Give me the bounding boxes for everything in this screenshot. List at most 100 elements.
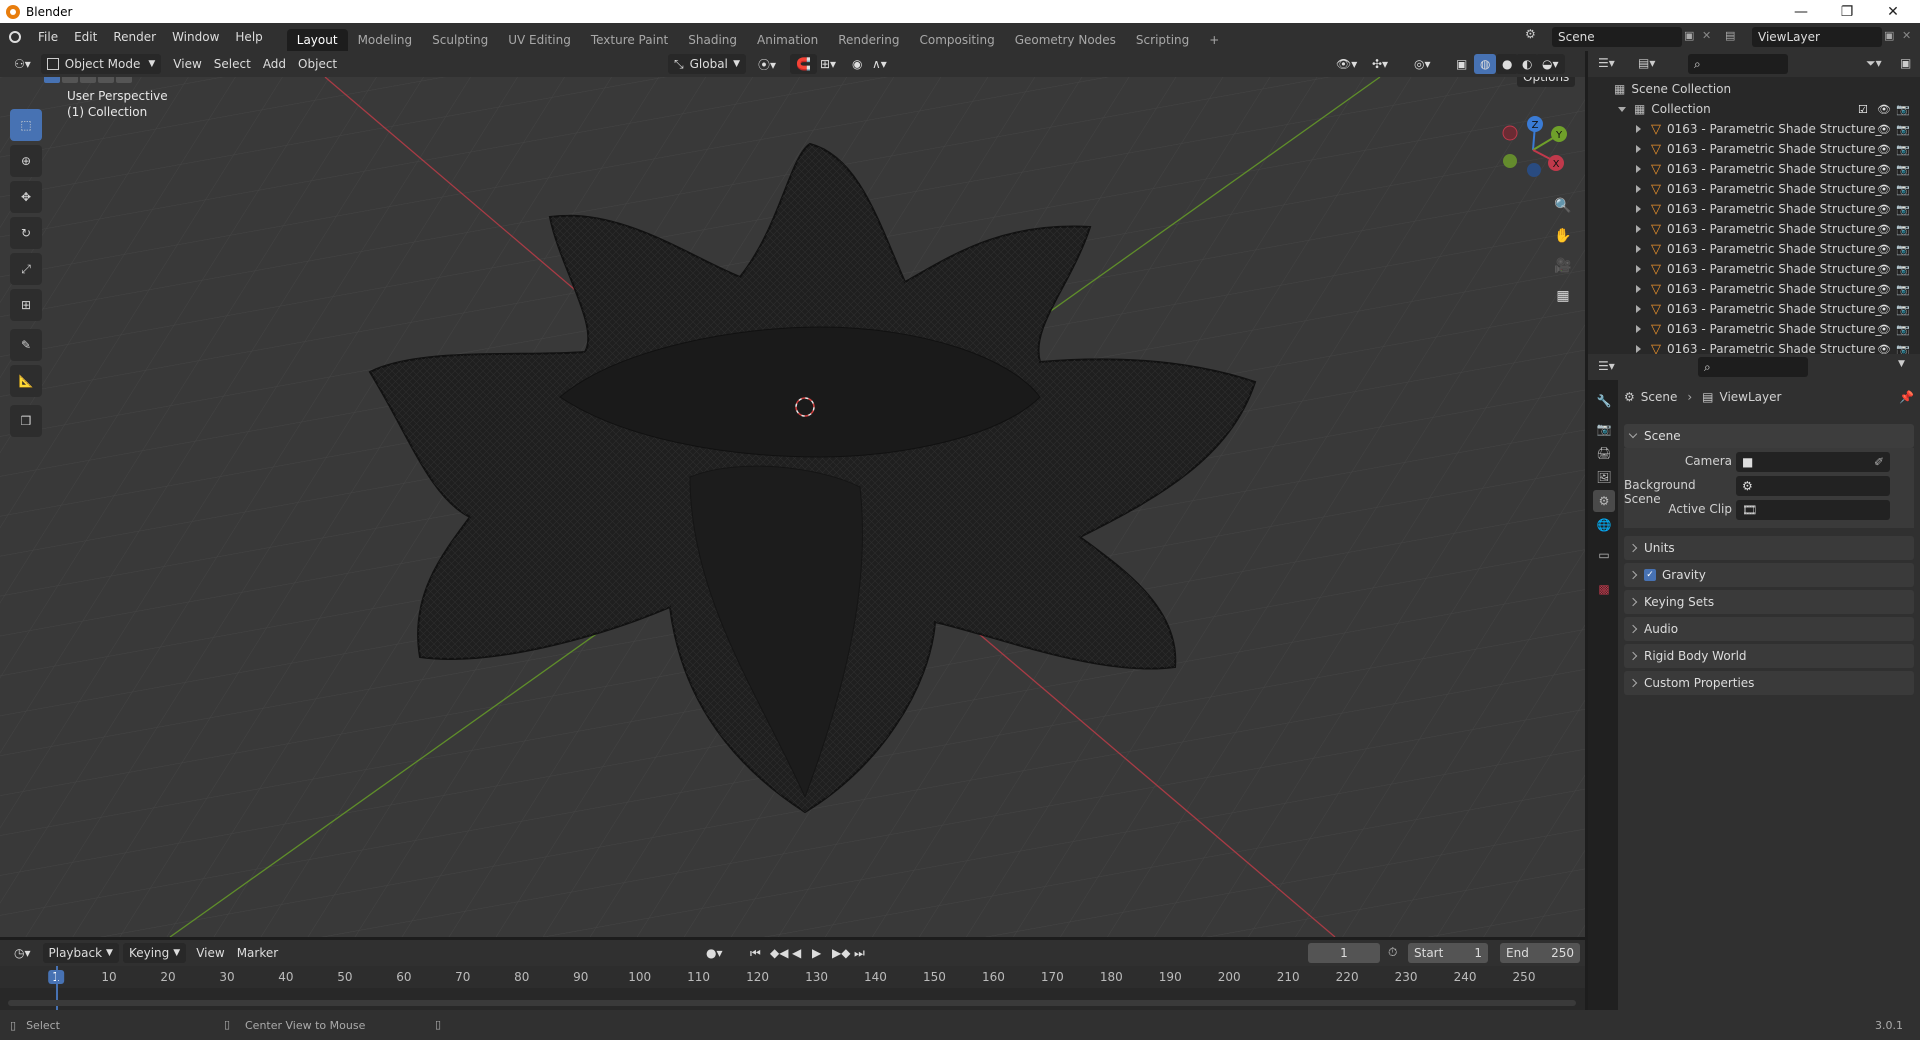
tab-compositing[interactable]: Compositing xyxy=(909,29,1004,51)
tab-scripting[interactable]: Scripting xyxy=(1126,29,1199,51)
menu-window[interactable]: Window xyxy=(164,23,227,51)
eye-icon[interactable]: 👁 xyxy=(1877,303,1891,316)
camera-icon[interactable]: 📷 xyxy=(1896,143,1910,156)
eye-icon[interactable]: 👁 xyxy=(1877,323,1891,336)
outliner-item-row[interactable]: ▽ 0163 - Parametric Shade Structure_ 👁 📷 xyxy=(1588,299,1920,319)
jump-end-icon[interactable]: ⏭ xyxy=(848,943,871,963)
cursor-tool-icon[interactable]: ⊕ xyxy=(10,145,42,177)
render-tab-icon[interactable]: 📷 xyxy=(1593,418,1615,440)
perspective-toggle-icon[interactable]: ▦ xyxy=(1550,283,1576,309)
tool-tab-icon[interactable]: 🔧 xyxy=(1593,390,1615,412)
tab-modeling[interactable]: Modeling xyxy=(348,29,423,51)
expand-arrow-icon[interactable] xyxy=(1636,325,1641,333)
checkbox-icon[interactable]: ☑ xyxy=(1858,103,1868,116)
eye-icon[interactable]: 👁 xyxy=(1877,223,1891,236)
annotate-tool-icon[interactable]: ✎ xyxy=(10,329,42,361)
expand-arrow-icon[interactable] xyxy=(1636,285,1641,293)
timeline-view-menu[interactable]: View xyxy=(190,943,230,963)
expand-arrow-icon[interactable] xyxy=(1636,245,1641,253)
tab-texture-paint[interactable]: Texture Paint xyxy=(581,29,678,51)
output-tab-icon[interactable]: 🖨 xyxy=(1593,442,1615,464)
blender-menu-icon[interactable] xyxy=(0,31,30,43)
camera-icon[interactable]: 📷 xyxy=(1896,243,1910,256)
eye-icon[interactable]: 👁 xyxy=(1877,203,1891,216)
select-subtract-icon[interactable] xyxy=(80,77,96,83)
play-reverse-icon[interactable]: ◀ xyxy=(786,943,807,963)
scene-tab-icon[interactable]: ⚙ xyxy=(1593,490,1615,512)
camera-icon[interactable]: 📷 xyxy=(1896,103,1910,116)
scale-tool-icon[interactable]: ⤢ xyxy=(10,253,42,285)
custom-properties-panel[interactable]: Custom Properties xyxy=(1624,671,1914,695)
pin-icon[interactable]: 📌 xyxy=(1899,390,1914,404)
snap-target-icon[interactable]: ⊞▾ xyxy=(814,54,842,74)
zoom-icon[interactable]: 🔍 xyxy=(1550,193,1576,219)
transform-orientation-dropdown[interactable]: ⤡ Global ▼ xyxy=(668,54,746,74)
select-intersect-icon[interactable] xyxy=(116,77,132,83)
stopwatch-icon[interactable]: ⏱ xyxy=(1388,945,1397,960)
new-scene-icon[interactable]: ▣ xyxy=(1684,29,1694,42)
new-viewlayer-icon[interactable]: ▣ xyxy=(1884,29,1894,42)
eye-icon[interactable]: 👁 xyxy=(1877,283,1891,296)
outliner-item-row[interactable]: ▽ 0163 - Parametric Shade Structure_ 👁 📷 xyxy=(1588,239,1920,259)
move-tool-icon[interactable]: ✥ xyxy=(10,181,42,213)
gravity-panel[interactable]: ✓ Gravity xyxy=(1624,563,1914,587)
expand-arrow-icon[interactable] xyxy=(1636,345,1641,353)
expand-arrow-icon[interactable] xyxy=(1636,165,1641,173)
keying-sets-panel[interactable]: Keying Sets xyxy=(1624,590,1914,614)
collection-tab-icon[interactable]: ▭ xyxy=(1593,544,1615,566)
delete-scene-icon[interactable]: ✕ xyxy=(1702,29,1711,42)
camera-icon[interactable]: 📷 xyxy=(1896,223,1910,236)
texture-tab-icon[interactable]: ▩ xyxy=(1593,578,1615,600)
select-menu[interactable]: Select xyxy=(208,54,257,74)
expand-arrow-icon[interactable] xyxy=(1636,145,1641,153)
menu-render[interactable]: Render xyxy=(105,23,164,51)
pivot-point-icon[interactable]: ⦿▾ xyxy=(752,54,782,74)
delete-viewlayer-icon[interactable]: ✕ xyxy=(1902,29,1911,42)
expand-arrow-icon[interactable] xyxy=(1618,106,1626,112)
add-cube-tool-icon[interactable]: ❒ xyxy=(10,405,42,437)
camera-icon[interactable]: 📷 xyxy=(1896,283,1910,296)
background-scene-field[interactable]: ⚙ xyxy=(1736,476,1890,496)
tab-animation[interactable]: Animation xyxy=(747,29,828,51)
tab-layout[interactable]: Layout xyxy=(286,29,348,51)
camera-field[interactable]: ■ ✐ xyxy=(1736,452,1890,472)
navigation-gizmo[interactable]: Z Y X xyxy=(1498,115,1568,185)
overlays-icon[interactable]: ◎▾ xyxy=(1408,54,1437,74)
3d-viewport[interactable]: User Perspective (1) Collection Options … xyxy=(0,77,1585,937)
properties-editor-type-icon[interactable]: ☰▾ xyxy=(1598,359,1615,373)
keying-menu[interactable]: Keying ▼ xyxy=(122,943,187,963)
units-panel[interactable]: Units xyxy=(1624,536,1914,560)
playback-menu[interactable]: Playback ▼ xyxy=(42,943,119,963)
view-menu[interactable]: View xyxy=(167,54,207,74)
snap-toggle-icon[interactable]: 🧲 xyxy=(790,54,817,74)
properties-search-input[interactable]: ⌕ xyxy=(1698,357,1808,377)
eye-icon[interactable]: 👁 xyxy=(1877,263,1891,276)
eye-icon[interactable]: 👁 xyxy=(1877,103,1891,116)
start-frame-field[interactable]: Start 1 xyxy=(1408,943,1488,963)
close-button[interactable]: ✕ xyxy=(1870,0,1916,23)
expand-arrow-icon[interactable] xyxy=(1636,305,1641,313)
tab-rendering[interactable]: Rendering xyxy=(828,29,909,51)
select-extend-icon[interactable] xyxy=(62,77,78,83)
current-frame-field[interactable]: 1 xyxy=(1308,943,1380,963)
new-collection-icon[interactable]: ▣ xyxy=(1900,56,1911,70)
outliner-item-row[interactable]: ▽ 0163 - Parametric Shade Structure_ 👁 📷 xyxy=(1588,179,1920,199)
gravity-checkbox[interactable]: ✓ xyxy=(1644,569,1656,581)
outliner-item-row[interactable]: ▽ 0163 - Parametric Shade Structure_ 👁 📷 xyxy=(1588,159,1920,179)
tab-uv-editing[interactable]: UV Editing xyxy=(498,29,581,51)
rotate-tool-icon[interactable]: ↻ xyxy=(10,217,42,249)
wireframe-shading-icon[interactable]: ◍ xyxy=(1474,54,1497,74)
falloff-icon[interactable]: ∧▾ xyxy=(866,54,893,74)
timeline-area[interactable]: 1102030405060708090100110120130140150160… xyxy=(0,966,1585,1010)
menu-help[interactable]: Help xyxy=(227,23,270,51)
expand-arrow-icon[interactable] xyxy=(1636,125,1641,133)
camera-icon[interactable]: 📷 xyxy=(1896,303,1910,316)
camera-icon[interactable]: 📷 xyxy=(1896,263,1910,276)
outliner-item-row[interactable]: ▽ 0163 - Parametric Shade Structure_ 👁 📷 xyxy=(1588,119,1920,139)
menu-file[interactable]: File xyxy=(30,23,66,51)
eye-icon[interactable]: 👁 xyxy=(1877,143,1891,156)
outliner-item-row[interactable]: ▽ 0163 - Parametric Shade Structure_ 👁 📷 xyxy=(1588,199,1920,219)
rendered-shading-icon[interactable]: ◒▾ xyxy=(1536,54,1565,74)
play-icon[interactable]: ▶ xyxy=(806,943,827,963)
camera-icon[interactable]: 📷 xyxy=(1896,123,1910,136)
